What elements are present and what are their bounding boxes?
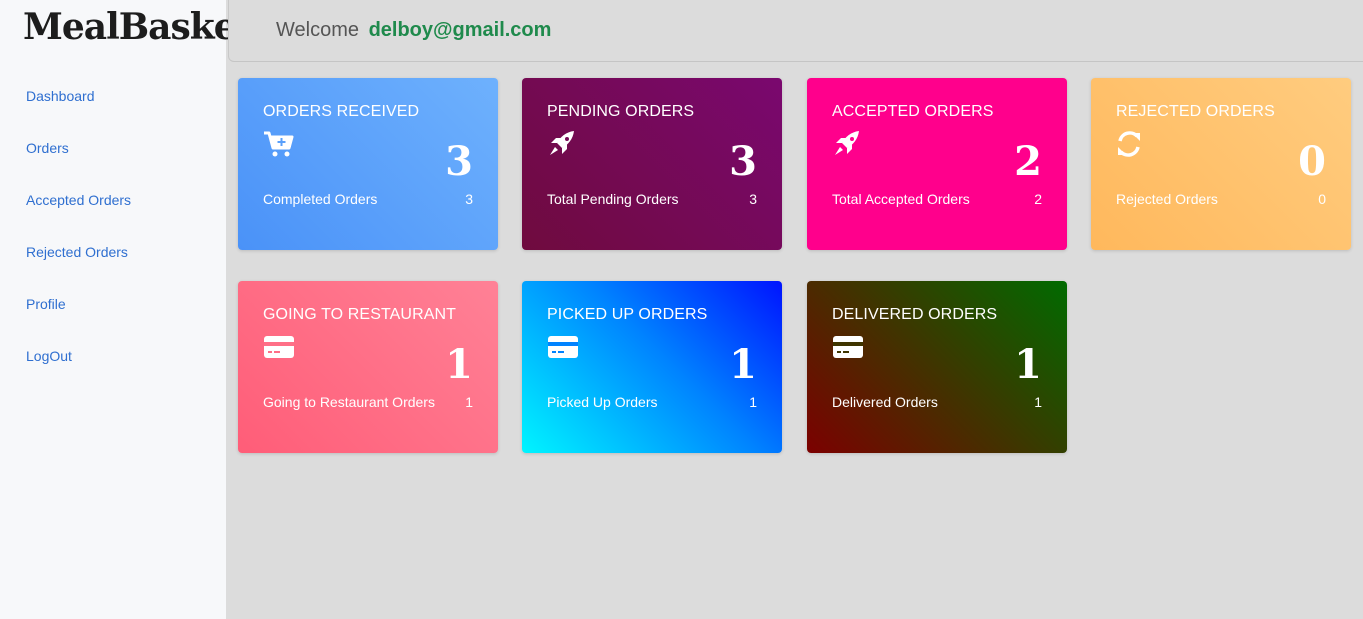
- rocket-icon: [835, 131, 859, 155]
- card-title: GOING TO RESTAURANT: [263, 306, 457, 323]
- sidebar-link-profile[interactable]: Profile: [26, 296, 66, 312]
- card-title: ACCEPTED ORDERS: [832, 103, 994, 120]
- card-orders-received[interactable]: ORDERS RECEIVED 3 Completed Orders 3: [238, 78, 498, 250]
- card-count: 3: [729, 138, 757, 185]
- card-sub-label: Total Accepted Orders: [832, 191, 970, 207]
- card-title: PENDING ORDERS: [547, 103, 695, 120]
- sidebar-link-logout[interactable]: LogOut: [26, 348, 72, 364]
- credit-card-icon: [833, 336, 863, 358]
- card-sub-label: Delivered Orders: [832, 394, 938, 410]
- welcome-label: Welcome: [276, 19, 359, 41]
- refresh-icon: [1118, 131, 1140, 157]
- sidebar-link-accepted-orders[interactable]: Accepted Orders: [26, 192, 131, 208]
- card-sub-value: 1: [1034, 394, 1042, 410]
- card-accepted-orders[interactable]: ACCEPTED ORDERS 2 Total Accepted Orders …: [807, 78, 1067, 250]
- card-sub-label: Picked Up Orders: [547, 394, 658, 410]
- card-sub-label: Completed Orders: [263, 191, 378, 207]
- user-email: delboy@gmail.com: [368, 19, 552, 41]
- card-delivered-orders[interactable]: DELIVERED ORDERS 1 Delivered Orders 1: [807, 281, 1067, 453]
- card-count: 1: [1014, 341, 1042, 388]
- welcome-message: Welcome delboy@gmail.com: [276, 19, 551, 42]
- card-count: 3: [445, 138, 473, 185]
- sidebar-item-dashboard: Dashboard: [26, 88, 131, 140]
- card-sub-value: 3: [749, 191, 757, 207]
- brand-logo[interactable]: MealBasket: [23, 6, 252, 48]
- card-rejected-orders[interactable]: REJECTED ORDERS 0 Rejected Orders 0: [1091, 78, 1351, 250]
- sidebar-nav: Dashboard Orders Accepted Orders Rejecte…: [26, 88, 131, 400]
- sidebar-item-profile: Profile: [26, 296, 131, 348]
- card-count: 2: [1014, 138, 1042, 185]
- card-count: 0: [1298, 138, 1326, 185]
- cart-plus-icon: [264, 131, 294, 157]
- rocket-icon: [550, 131, 574, 155]
- card-sub-label: Rejected Orders: [1116, 191, 1218, 207]
- card-count: 1: [445, 341, 473, 388]
- card-sub-value: 2: [1034, 191, 1042, 207]
- card-sub-label: Total Pending Orders: [547, 191, 679, 207]
- credit-card-icon: [548, 336, 578, 358]
- sidebar-item-orders: Orders: [26, 140, 131, 192]
- card-title: PICKED UP ORDERS: [547, 306, 708, 323]
- card-sub-value: 1: [749, 394, 757, 410]
- sidebar-item-logout: LogOut: [26, 348, 131, 400]
- card-sub-value: 0: [1318, 191, 1326, 207]
- card-count: 1: [729, 341, 757, 388]
- card-title: ORDERS RECEIVED: [263, 103, 420, 120]
- card-sub-value: 3: [465, 191, 473, 207]
- top-bar: Welcome delboy@gmail.com: [228, 0, 1363, 62]
- sidebar-link-dashboard[interactable]: Dashboard: [26, 88, 95, 104]
- credit-card-icon: [264, 336, 294, 358]
- sidebar-link-rejected-orders[interactable]: Rejected Orders: [26, 244, 128, 260]
- card-title: DELIVERED ORDERS: [832, 306, 998, 323]
- card-picked-up-orders[interactable]: PICKED UP ORDERS 1 Picked Up Orders 1: [522, 281, 782, 453]
- sidebar-item-rejected-orders: Rejected Orders: [26, 244, 131, 296]
- card-sub-label: Going to Restaurant Orders: [263, 394, 435, 410]
- sidebar: MealBasket Dashboard Orders Accepted Ord…: [0, 0, 252, 619]
- card-pending-orders[interactable]: PENDING ORDERS 3 Total Pending Orders 3: [522, 78, 782, 250]
- sidebar-link-orders[interactable]: Orders: [26, 140, 69, 156]
- card-sub-value: 1: [465, 394, 473, 410]
- card-going-to-restaurant[interactable]: GOING TO RESTAURANT 1 Going to Restauran…: [238, 281, 498, 453]
- card-title: REJECTED ORDERS: [1116, 103, 1275, 120]
- sidebar-item-accepted-orders: Accepted Orders: [26, 192, 131, 244]
